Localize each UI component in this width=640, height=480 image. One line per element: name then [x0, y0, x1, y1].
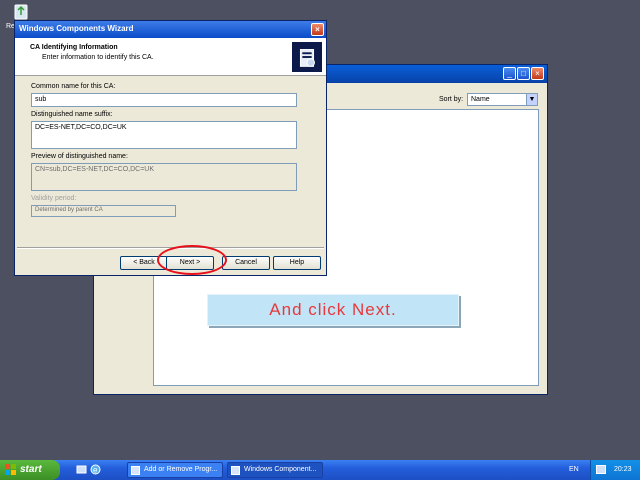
instruction-callout: And click Next.	[207, 294, 459, 326]
taskbar-item-wizard[interactable]: Windows Component...	[227, 462, 323, 478]
validity-field: Determined by parent CA	[31, 205, 176, 217]
close-button[interactable]: ×	[531, 67, 544, 80]
wizard-logo-icon	[291, 41, 323, 73]
header-subtitle: Enter information to identify this CA.	[42, 54, 154, 61]
network-icon[interactable]	[596, 465, 606, 474]
start-label: start	[20, 464, 42, 475]
validity-label: Validity period:	[31, 195, 77, 202]
language-indicator[interactable]: EN	[569, 466, 579, 473]
system-tray: 20:23	[590, 460, 640, 480]
clock[interactable]: 20:23	[614, 466, 632, 473]
dn-suffix-input[interactable]: DC=ES-NET,DC=CO,DC=UK	[31, 121, 297, 149]
chevron-down-icon[interactable]: ▼	[526, 94, 537, 105]
internet-explorer-icon[interactable]: e	[90, 464, 101, 475]
taskbar: start e Add or Remove Progr... Windows C…	[0, 460, 640, 480]
taskbar-item-add-remove[interactable]: Add or Remove Progr...	[127, 462, 223, 478]
common-name-input[interactable]: sub	[31, 93, 297, 107]
maximize-button[interactable]: □	[517, 67, 530, 80]
wizard-title: Windows Components Wizard	[19, 24, 134, 33]
common-name-label: Common name for this CA:	[31, 83, 116, 90]
sort-by-select[interactable]: Name ▼	[467, 93, 538, 106]
wizard-close-button[interactable]: ×	[311, 23, 324, 36]
recycle-bin-icon[interactable]	[10, 2, 32, 20]
program-icon	[131, 466, 140, 475]
program-icon	[231, 466, 240, 475]
start-button[interactable]: start	[0, 460, 60, 480]
minimize-button[interactable]: _	[503, 67, 516, 80]
windows-flag-icon	[5, 464, 16, 475]
help-button[interactable]: Help	[273, 256, 321, 270]
next-button-highlight	[157, 245, 227, 275]
dn-suffix-label: Distinguished name suffix:	[31, 111, 113, 118]
header-title: CA Identifying Information	[30, 44, 118, 51]
show-desktop-icon[interactable]	[76, 464, 87, 475]
wizard-header: CA Identifying Information Enter informa…	[15, 38, 326, 76]
wizard-title-bar[interactable]: Windows Components Wizard ×	[15, 21, 326, 38]
sort-by-value: Name	[471, 96, 490, 103]
sort-by-label: Sort by:	[439, 96, 464, 103]
preview-field: CN=sub,DC=ES-NET,DC=CO,DC=UK	[31, 163, 297, 191]
preview-label: Preview of distinguished name:	[31, 153, 128, 160]
windows-components-wizard: Windows Components Wizard × CA Identifyi…	[14, 20, 327, 276]
svg-text:e: e	[93, 466, 98, 475]
cancel-button[interactable]: Cancel	[222, 256, 270, 270]
